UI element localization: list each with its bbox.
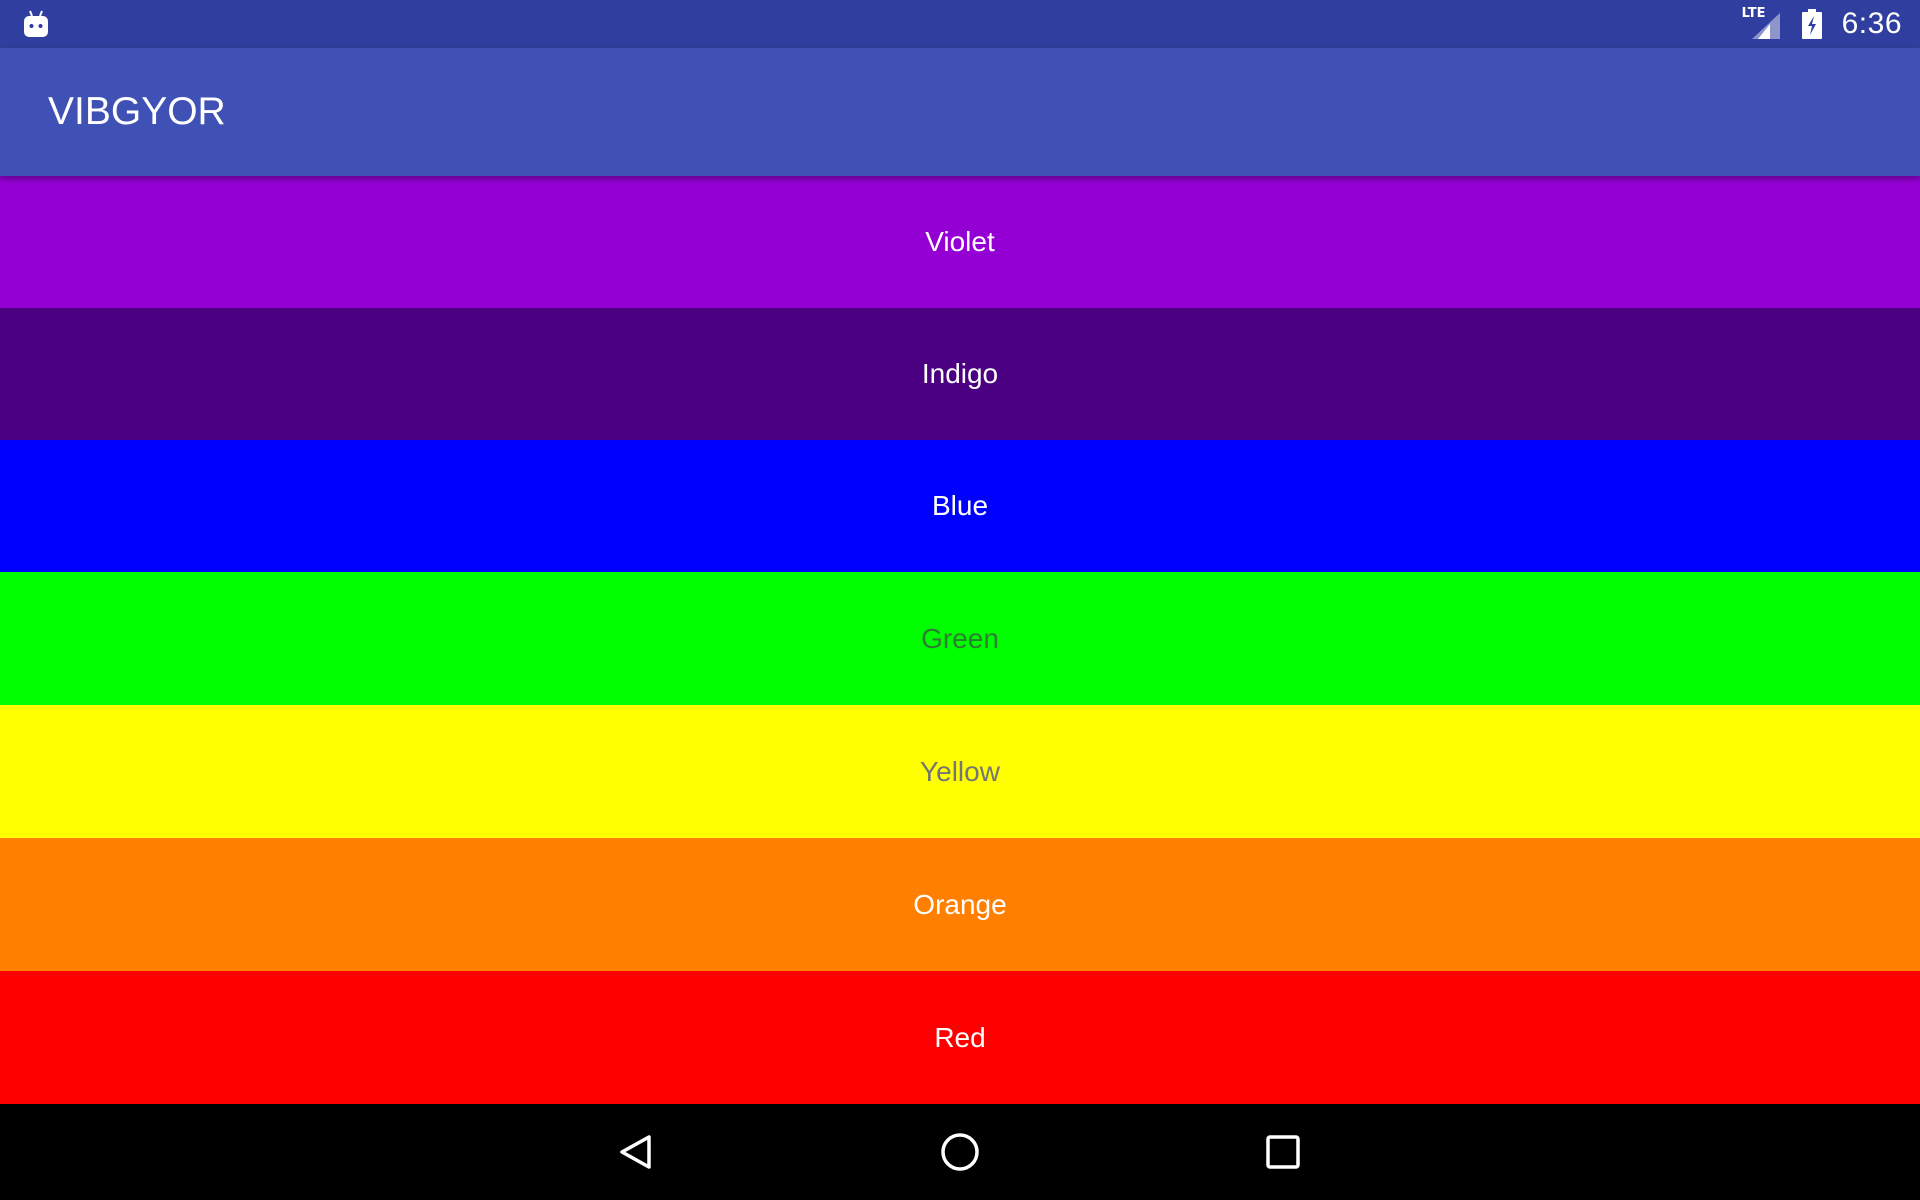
recents-icon	[1266, 1135, 1300, 1169]
recents-button[interactable]	[1223, 1104, 1343, 1200]
color-row-blue[interactable]: Blue	[0, 440, 1920, 572]
status-clock: 6:36	[1841, 7, 1902, 40]
color-label: Indigo	[921, 358, 999, 389]
color-label: Green	[921, 622, 999, 654]
home-icon	[941, 1133, 979, 1171]
status-bar: LTE 6:36	[0, 0, 1920, 48]
color-list: Violet Indigo Blue Green Yellow Orange R…	[0, 176, 1920, 1104]
color-label: Violet	[925, 226, 995, 257]
color-row-red[interactable]: Red	[0, 971, 1920, 1104]
back-button[interactable]	[576, 1104, 696, 1200]
home-button[interactable]	[900, 1104, 1020, 1200]
android-notification-icon	[24, 10, 48, 37]
color-row-green[interactable]: Green	[0, 572, 1920, 705]
screen: LTE 6:36 VIBGYOR Violet Indigo Blue Gree…	[0, 0, 1920, 1200]
lte-signal-icon: LTE	[1742, 7, 1782, 41]
status-icons: LTE 6:36	[1742, 0, 1902, 48]
color-row-indigo[interactable]: Indigo	[0, 308, 1920, 440]
back-icon	[620, 1135, 651, 1169]
battery-icon	[1801, 9, 1822, 39]
color-label: Orange	[913, 888, 1007, 920]
app-title: VIBGYOR	[48, 90, 226, 133]
color-row-yellow[interactable]: Yellow	[0, 705, 1920, 838]
color-label: Blue	[931, 490, 989, 521]
color-row-orange[interactable]: Orange	[0, 838, 1920, 971]
navigation-bar	[0, 1104, 1920, 1200]
app-bar: VIBGYOR	[0, 48, 1920, 176]
color-label: Red	[934, 1021, 986, 1053]
color-label: Yellow	[920, 755, 1000, 787]
color-row-violet[interactable]: Violet	[0, 176, 1920, 308]
